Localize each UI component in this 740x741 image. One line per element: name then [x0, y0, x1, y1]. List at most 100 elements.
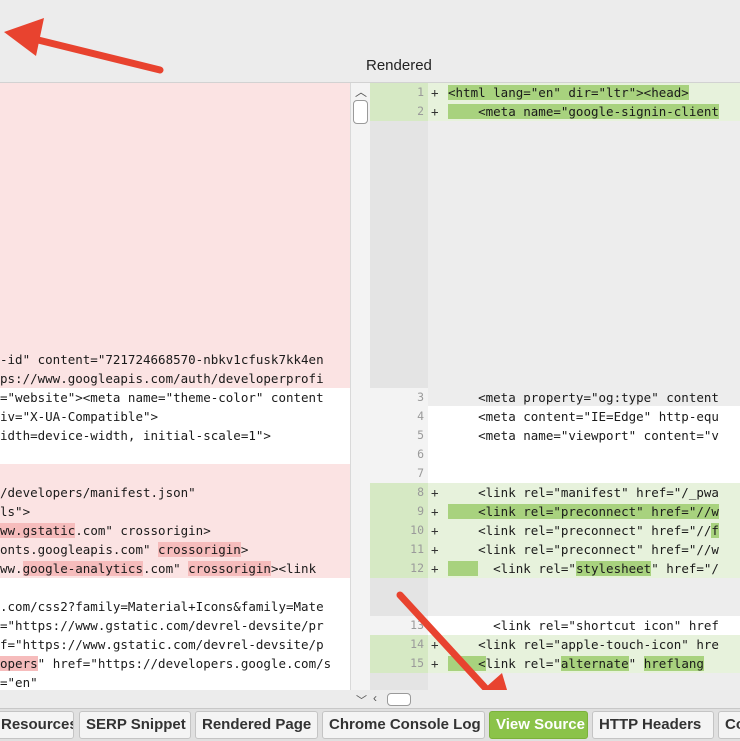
tab-chrome-console-log[interactable]: Chrome Console Log [322, 711, 485, 739]
annotation-arrow-top [4, 18, 164, 74]
code-fragment: " href="https://developers.google.com/s [37, 656, 332, 671]
code-fragment: <link rel="preconnect" href="//w [448, 542, 719, 557]
line-number: 3 [417, 390, 424, 404]
code-line: 8 + <link rel="manifest" href="/_pwa [370, 483, 740, 502]
code-line: ="website"><meta name="theme-color" cont… [0, 388, 350, 407]
line-number: 9 [417, 504, 424, 518]
filler-line [370, 197, 740, 216]
code-line: f="https://www.gstatic.com/devrel-devsit… [0, 635, 350, 654]
code-fragment: " [628, 656, 644, 671]
diff-highlight: stylesheet [575, 561, 652, 576]
code-line: 1 + <html lang="en" dir="ltr"><head> [370, 83, 740, 102]
code-line: 11 + <link rel="preconnect" href="//w [370, 540, 740, 559]
filler-line [370, 121, 740, 140]
horizontal-scrollbar-thumb[interactable] [387, 693, 411, 706]
line-text: <link rel="preconnect" href="//w [448, 502, 719, 521]
diff-highlight: alternate [560, 656, 629, 671]
filler-line [370, 368, 740, 387]
code-fragment: f="https://www.gstatic.com/devrel-devsit… [0, 637, 324, 652]
line-number: 7 [417, 466, 424, 480]
code-line: -id" content="721724668570-nbkv1cfusk7kk… [0, 350, 350, 369]
diff-highlight: crossorigin [158, 542, 241, 557]
line-number: 11 [410, 542, 424, 556]
code-line: onts.googleapis.com" crossorigin> [0, 540, 350, 559]
vertical-scrollbar[interactable]: ︿ [350, 83, 371, 690]
horizontal-scrollbar[interactable]: ﹀ ‹ [350, 690, 740, 708]
added-marker: + [431, 485, 439, 500]
tab-serp-snippet[interactable]: SERP Snippet [79, 711, 191, 739]
code-line: 3 <meta property="og:type" content [370, 388, 740, 407]
code-line: 4 <meta content="IE=Edge" http-equ [370, 407, 740, 426]
code-line: ps://www.googleapis.com/auth/developerpr… [0, 369, 350, 388]
diff-highlight [448, 561, 479, 576]
line-text: <meta property="og:type" content [448, 388, 719, 407]
line-number: 5 [417, 428, 424, 442]
code-fragment: ls"> [0, 504, 31, 519]
line-text: <link rel="stylesheet" href="/ [448, 559, 719, 578]
diff-highlight: crossorigin [188, 561, 271, 576]
removed-block [0, 464, 350, 483]
tab-co[interactable]: Co [718, 711, 740, 739]
chevron-left-icon[interactable]: ‹ [373, 691, 377, 705]
code-fragment: ="website"><meta name="theme-color" cont… [0, 390, 324, 405]
code-line: 10 + <link rel="preconnect" href="//f [370, 521, 740, 540]
code-fragment: <meta name="viewport" content="v [448, 428, 719, 443]
added-marker: + [431, 104, 439, 119]
filler-line [370, 273, 740, 292]
diff-highlight: <html lang="en" dir="ltr"><head> [448, 85, 689, 100]
diff-highlight: ww.gstatic [0, 523, 76, 538]
added-marker: + [431, 523, 439, 538]
code-line: /developers/manifest.json" [0, 483, 350, 502]
filler-line [370, 140, 740, 159]
line-text: <meta name="google-signin-client [448, 102, 719, 121]
code-line: ls"> [0, 502, 350, 521]
filler-line [370, 159, 740, 178]
line-number: 12 [410, 561, 424, 575]
code-fragment: ps://www.googleapis.com/auth/developerpr… [0, 371, 324, 386]
code-fragment: ="https://www.gstatic.com/devrel-devsite… [0, 618, 324, 633]
scrollbar-thumb[interactable] [353, 100, 368, 124]
code-line: 6 [370, 445, 740, 464]
code-fragment: <link rel="manifest" href="/_pwa [448, 485, 719, 500]
code-line: 7 [370, 464, 740, 483]
code-fragment: onts.googleapis.com" [0, 542, 159, 557]
added-marker: + [431, 85, 439, 100]
code-line: 2 + <meta name="google-signin-client [370, 102, 740, 121]
code-fragment: ="en" [0, 675, 38, 690]
line-number: 2 [417, 104, 424, 118]
diff-highlight: hreflang [643, 656, 704, 671]
line-text: <meta content="IE=Edge" http-equ [448, 407, 719, 426]
tab-view-source[interactable]: View Source [489, 711, 588, 739]
code-line: ="https://www.gstatic.com/devrel-devsite… [0, 616, 350, 635]
code-fragment: > [240, 542, 249, 557]
code-line: ww.gstatic.com" crossorigin> [0, 521, 350, 540]
filler-line [370, 216, 740, 235]
line-number: 4 [417, 409, 424, 423]
filler-line [370, 235, 740, 254]
code-fragment: -id" content="721724668570-nbkv1cfusk7kk… [0, 352, 324, 367]
code-fragment: <link rel=" [478, 561, 576, 576]
line-text: <link rel="preconnect" href="//f [448, 521, 719, 540]
added-marker: + [431, 561, 439, 576]
code-line: iv="X-UA-Compatible"> [0, 407, 350, 426]
line-text: <link rel="manifest" href="/_pwa [448, 483, 719, 502]
filler-line [370, 349, 740, 368]
tab-rendered-page[interactable]: Rendered Page [195, 711, 318, 739]
added-marker: + [431, 504, 439, 519]
code-fragment: /developers/manifest.json" [0, 485, 196, 500]
code-fragment: <link rel="preconnect" href="// [448, 523, 712, 538]
chevron-down-icon[interactable]: ﹀ [356, 692, 367, 708]
rendered-pane-title: Rendered [366, 57, 432, 74]
code-fragment: iv="X-UA-Compatible"> [0, 409, 159, 424]
tab-http-headers[interactable]: HTTP Headers [592, 711, 714, 739]
filler-line [370, 330, 740, 349]
line-text: <html lang="en" dir="ltr"><head> [448, 83, 689, 102]
chevron-up-icon[interactable]: ︿ [355, 83, 367, 100]
code-line: .com/css2?family=Material+Icons&family=M… [0, 597, 350, 616]
diff-highlight: <link rel="preconnect" href="//w [448, 504, 719, 519]
line-number: 6 [417, 447, 424, 461]
original-source-pane[interactable]: -id" content="721724668570-nbkv1cfusk7kk… [0, 83, 350, 690]
code-fragment: .com" [143, 561, 189, 576]
tab-resources[interactable]: Resources [0, 711, 74, 739]
code-fragment: ><link [270, 561, 317, 576]
